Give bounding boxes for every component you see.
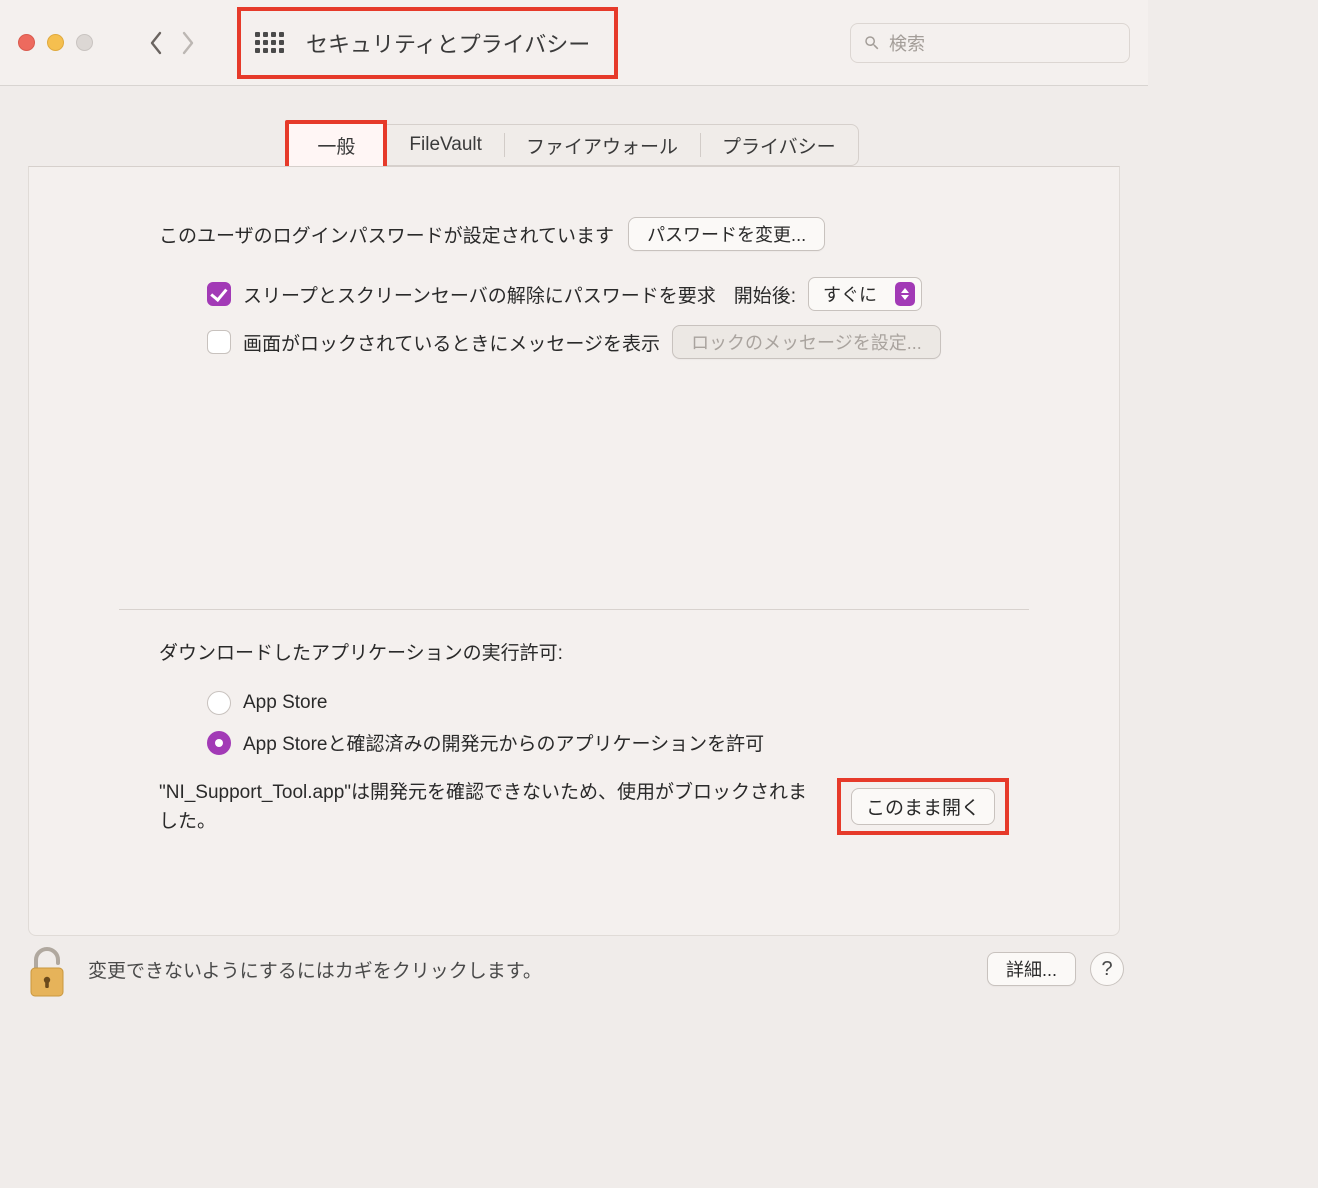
tab-general[interactable]: 一般 bbox=[285, 120, 387, 170]
require-password-after-label: 開始後: bbox=[734, 281, 796, 308]
close-window-button[interactable] bbox=[18, 34, 35, 51]
back-button[interactable] bbox=[147, 29, 165, 57]
radio-app-store[interactable] bbox=[207, 691, 231, 715]
tab-filevault[interactable]: FileVault bbox=[387, 125, 504, 165]
login-password-label: このユーザのログインパスワードが設定されています bbox=[159, 221, 614, 248]
radio-app-store-and-identified-label: App Storeと確認済みの開発元からのアプリケーションを許可 bbox=[243, 729, 764, 756]
search-placeholder: 検索 bbox=[889, 30, 925, 56]
radio-app-store-label: App Store bbox=[243, 692, 328, 714]
require-password-checkbox[interactable] bbox=[207, 282, 231, 306]
help-button[interactable]: ? bbox=[1090, 952, 1124, 986]
window-toolbar: セキュリティとプライバシー 検索 bbox=[0, 0, 1148, 86]
require-password-delay-value: すぐに bbox=[823, 281, 877, 307]
window-traffic-lights bbox=[18, 34, 93, 51]
allow-apps-title: ダウンロードしたアプリケーションの実行許可: bbox=[159, 638, 1009, 665]
lock-hint-text: 変更できないようにするにはカギをクリックします。 bbox=[88, 956, 542, 983]
search-input[interactable]: 検索 bbox=[850, 23, 1130, 63]
tab-bar: 一般 FileVault ファイアウォール プライバシー bbox=[289, 124, 858, 166]
window-title: セキュリティとプライバシー bbox=[306, 27, 590, 59]
change-password-button[interactable]: パスワードを変更... bbox=[628, 217, 825, 251]
panel-footer: 変更できないようにするにはカギをクリックします。 詳細... ? bbox=[24, 940, 1124, 998]
require-password-label: スリープとスクリーンセーバの解除にパスワードを要求 bbox=[243, 281, 716, 308]
forward-button[interactable] bbox=[179, 29, 197, 57]
open-anyway-highlighted: このまま開く bbox=[837, 778, 1009, 835]
radio-app-store-and-identified[interactable] bbox=[207, 731, 231, 755]
select-stepper-icon bbox=[895, 282, 915, 306]
require-password-delay-select[interactable]: すぐに bbox=[808, 277, 922, 311]
advanced-button[interactable]: 詳細... bbox=[987, 952, 1076, 986]
search-icon bbox=[863, 34, 881, 52]
show-lock-message-checkbox[interactable] bbox=[207, 330, 231, 354]
panel-divider bbox=[119, 609, 1029, 610]
minimize-window-button[interactable] bbox=[47, 34, 64, 51]
blocked-app-message: "NI_Support_Tool.app"は開発元を確認できないため、使用がブロ… bbox=[159, 778, 813, 837]
show-lock-message-label: 画面がロックされているときにメッセージを表示 bbox=[243, 329, 660, 356]
open-anyway-button[interactable]: このまま開く bbox=[851, 788, 995, 825]
zoom-window-button[interactable] bbox=[76, 34, 93, 51]
tab-privacy[interactable]: プライバシー bbox=[700, 125, 858, 165]
set-lock-message-button[interactable]: ロックのメッセージを設定... bbox=[672, 325, 941, 359]
lock-icon[interactable] bbox=[24, 940, 70, 998]
general-panel: このユーザのログインパスワードが設定されています パスワードを変更... スリー… bbox=[28, 166, 1120, 936]
title-block-highlighted: セキュリティとプライバシー bbox=[237, 7, 618, 79]
show-all-prefs-icon[interactable] bbox=[255, 32, 284, 53]
tab-firewall[interactable]: ファイアウォール bbox=[504, 125, 700, 165]
